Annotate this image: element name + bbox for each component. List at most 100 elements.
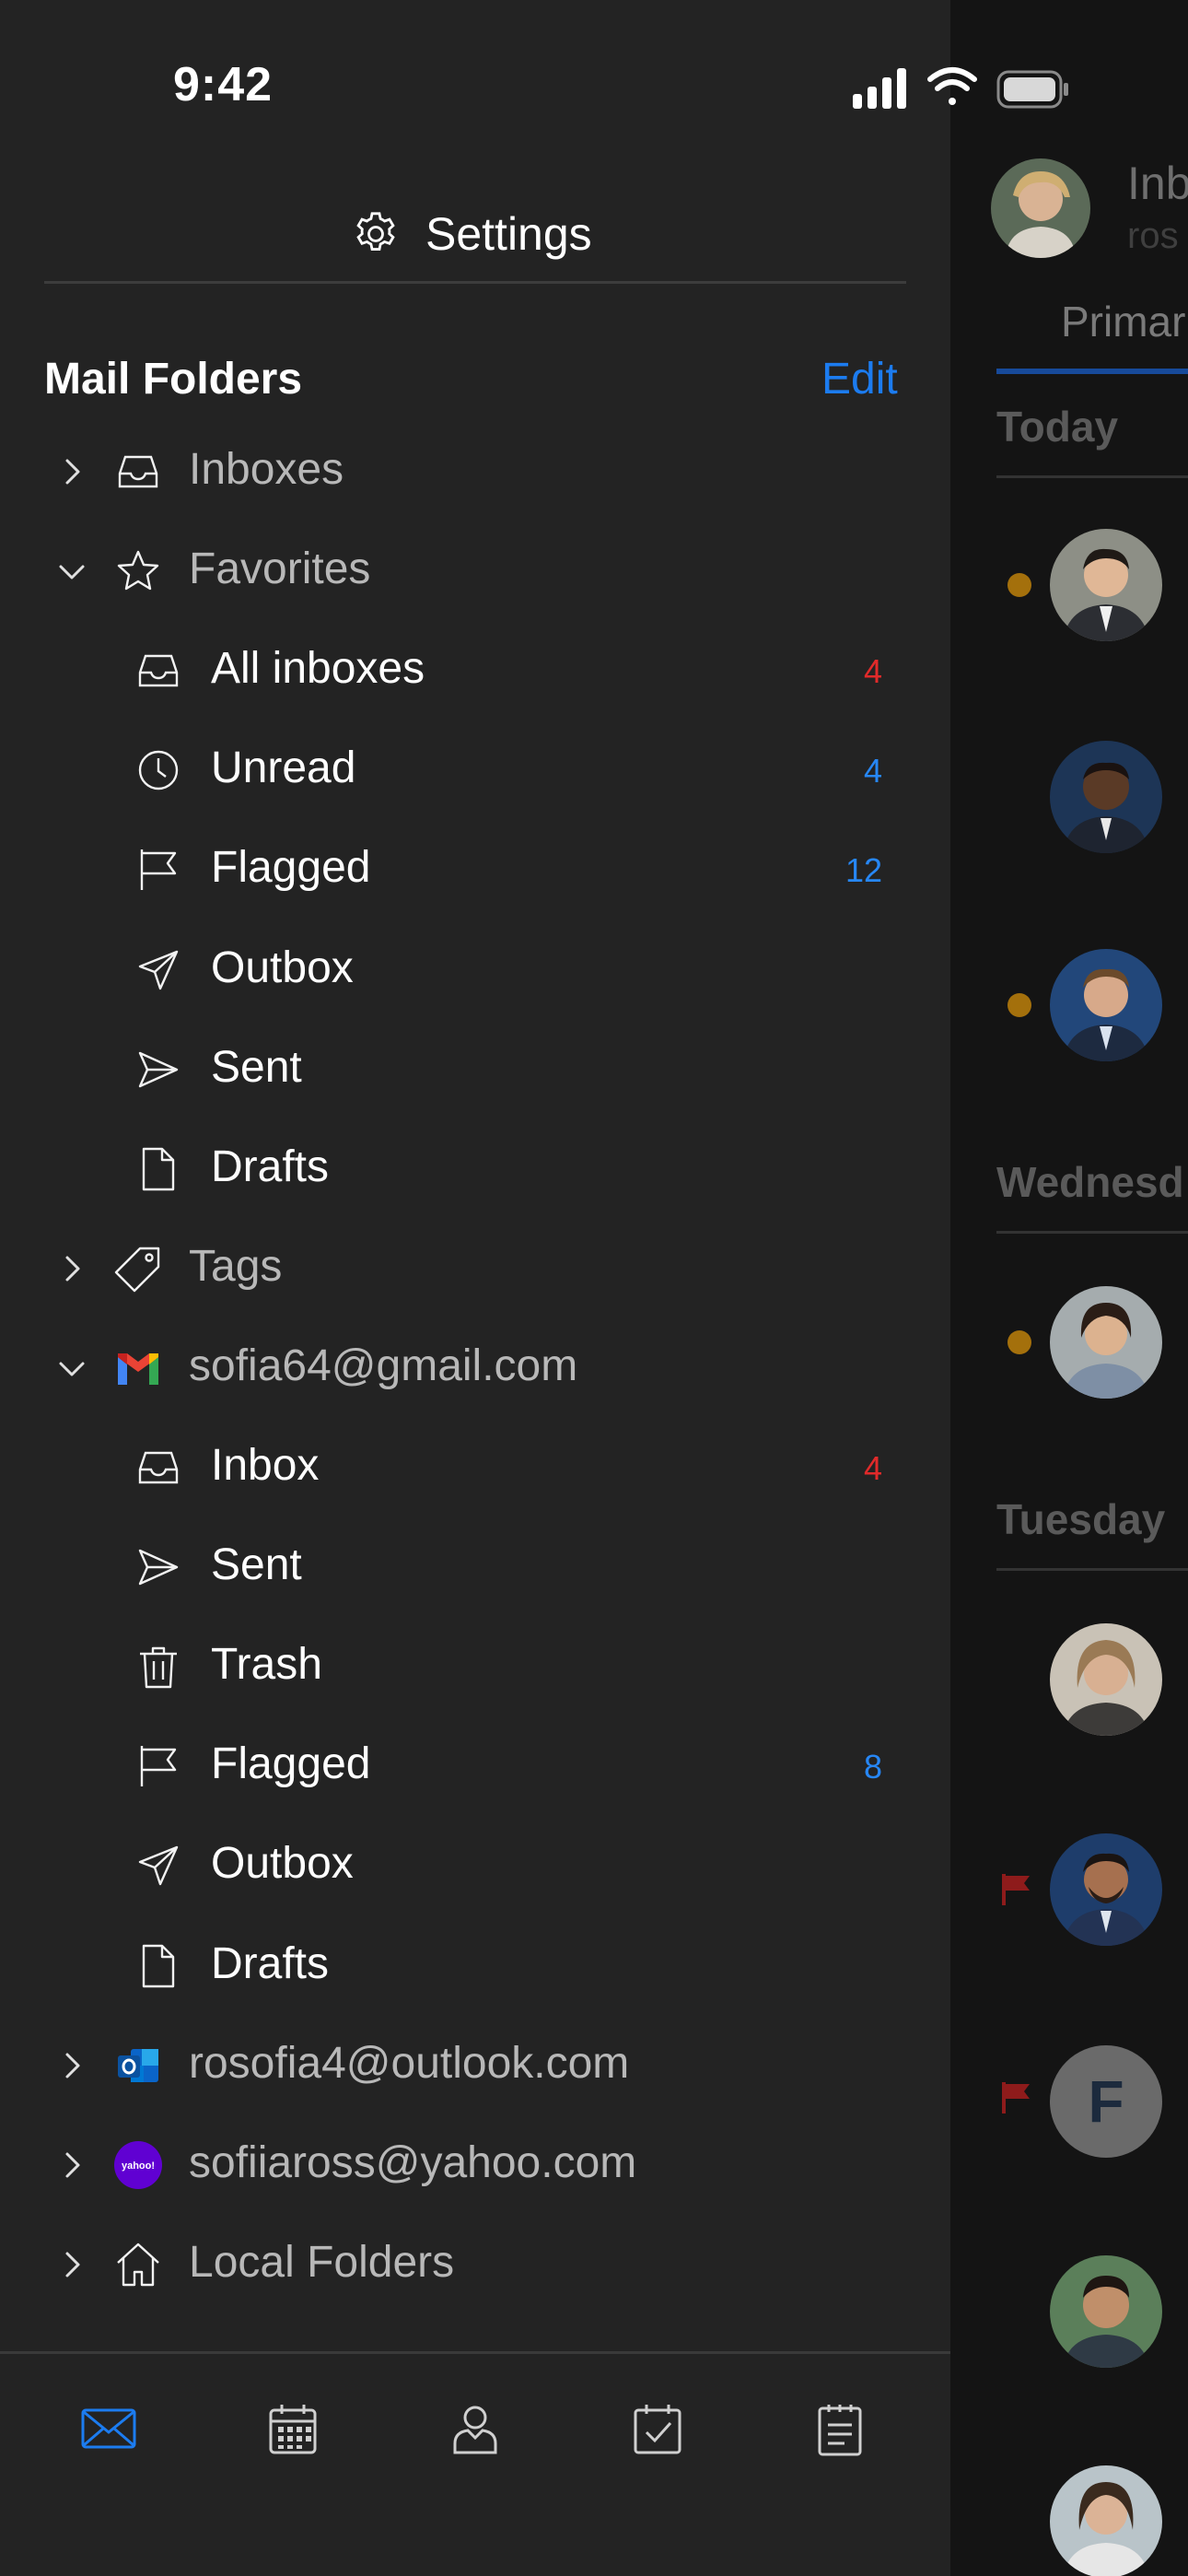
mail-icon[interactable]	[81, 2401, 136, 2456]
wifi-icon	[927, 67, 977, 105]
gear-icon	[356, 212, 395, 251]
contacts-icon[interactable]	[448, 2401, 503, 2456]
inbox-subtitle: ros	[1127, 216, 1179, 256]
status-icons	[853, 67, 1068, 109]
folder-row-local-folders[interactable]: Local Folders	[0, 2215, 950, 2314]
folder-label: Flagged	[211, 1739, 371, 1788]
status-time: 9:42	[173, 58, 274, 111]
sender-avatar[interactable]	[1050, 741, 1162, 853]
tab-primary[interactable]: Primar	[1061, 297, 1185, 346]
outbox-icon	[134, 946, 182, 994]
tab-bar-divider	[0, 2351, 950, 2354]
sender-avatar[interactable]	[1050, 1623, 1162, 1736]
draft-icon	[134, 1145, 182, 1193]
unread-count-badge: 12	[844, 851, 882, 889]
chevron-right-icon[interactable]	[53, 1250, 90, 1287]
trash-icon	[134, 1643, 182, 1691]
folder-row-outbox[interactable]: Outbox	[0, 920, 950, 1020]
folder-label: Inboxes	[189, 445, 344, 494]
signal-icon	[853, 68, 906, 109]
flag-icon	[134, 846, 182, 894]
tab-primary-indicator	[996, 369, 1188, 374]
chevron-right-icon[interactable]	[53, 2246, 90, 2283]
folder-row-unread[interactable]: Unread 4	[0, 720, 950, 820]
unread-count-badge: 4	[863, 1449, 882, 1487]
folder-row-gmail-trash[interactable]: Trash	[0, 1617, 950, 1716]
folder-label: Drafts	[211, 1939, 330, 1988]
settings-button[interactable]: Settings	[350, 205, 592, 263]
folder-row-gmail-outbox[interactable]: Outbox	[0, 1816, 950, 1915]
section-divider	[996, 1568, 1188, 1571]
inbox-icon	[134, 647, 182, 695]
folders-drawer: 9:42 Settings Mail Folders Edit Inboxes F…	[0, 0, 1068, 2576]
folder-row-tags[interactable]: Tags	[0, 1219, 950, 1318]
folder-row-outlook-account[interactable]: rosofia4@outlook.com	[0, 2016, 950, 2115]
mail-list-background: Inb ros Primar Today Wednesd Tuesday F	[950, 0, 1188, 2576]
star-icon	[114, 547, 162, 595]
inbox-icon	[114, 448, 162, 496]
flag-icon	[1002, 1874, 1030, 1905]
chevron-down-icon[interactable]	[53, 1350, 90, 1387]
svg-text:yahoo!: yahoo!	[122, 2160, 155, 2172]
flag-icon	[1002, 2082, 1030, 2113]
tasks-icon[interactable]	[630, 2401, 685, 2456]
sent-icon	[134, 1543, 182, 1591]
chevron-right-icon[interactable]	[53, 2147, 90, 2184]
outbox-icon	[134, 1842, 182, 1890]
chevron-down-icon[interactable]	[53, 553, 90, 590]
sender-avatar[interactable]	[1050, 1833, 1162, 1946]
edit-button[interactable]: Edit	[821, 354, 898, 404]
notes-icon[interactable]	[812, 2401, 868, 2456]
folder-label: Sent	[211, 1043, 302, 1092]
unread-count-badge: 4	[863, 752, 882, 790]
folder-row-drafts[interactable]: Drafts	[0, 1119, 950, 1219]
folder-label: Favorites	[189, 544, 371, 593]
unread-dot	[1007, 993, 1031, 1017]
folder-row-inboxes[interactable]: Inboxes	[0, 422, 950, 521]
outlook-icon	[114, 2042, 162, 2090]
folder-row-gmail-inbox[interactable]: Inbox 4	[0, 1418, 950, 1517]
folder-label: Flagged	[211, 843, 371, 892]
folder-row-all-inboxes[interactable]: All inboxes 4	[0, 621, 950, 720]
section-divider	[996, 1231, 1188, 1234]
folder-row-gmail-drafts[interactable]: Drafts	[0, 1916, 950, 2016]
folder-row-sent[interactable]: Sent	[0, 1020, 950, 1119]
clock-icon	[134, 746, 182, 794]
folder-row-gmail-account[interactable]: sofia64@gmail.com	[0, 1318, 950, 1418]
inbox-icon	[134, 1444, 182, 1492]
account-avatar[interactable]	[991, 158, 1090, 258]
folder-label: rosofia4@outlook.com	[189, 2039, 630, 2088]
section-divider	[996, 475, 1188, 478]
folder-label: Outbox	[211, 943, 354, 992]
folder-row-yahoo-account[interactable]: yahoo! sofiiaross@yahoo.com	[0, 2115, 950, 2215]
mail-folders-title: Mail Folders	[44, 355, 303, 404]
folder-label: Unread	[211, 744, 356, 792]
draft-icon	[134, 1942, 182, 1990]
folder-row-flagged[interactable]: Flagged 12	[0, 820, 950, 919]
section-tuesday: Tuesday	[996, 1495, 1166, 1543]
battery-icon	[996, 70, 1068, 109]
folder-label: Trash	[211, 1640, 322, 1689]
folder-label: Drafts	[211, 1142, 330, 1191]
inbox-title: Inb	[1127, 158, 1188, 209]
calendar-icon[interactable]	[265, 2401, 320, 2456]
sender-avatar[interactable]	[1050, 2465, 1162, 2576]
sender-avatar[interactable]	[1050, 2255, 1162, 2368]
tag-icon	[114, 1245, 162, 1293]
folder-label: sofia64@gmail.com	[189, 1341, 578, 1390]
sent-icon	[134, 1046, 182, 1094]
folder-row-favorites[interactable]: Favorites	[0, 521, 950, 621]
folder-row-gmail-sent[interactable]: Sent	[0, 1517, 950, 1617]
folder-label: Sent	[211, 1540, 302, 1589]
sender-avatar-letter[interactable]: F	[1050, 2045, 1162, 2158]
flag-icon	[134, 1742, 182, 1790]
folder-row-gmail-flagged[interactable]: Flagged 8	[0, 1716, 950, 1816]
sender-avatar[interactable]	[1050, 1286, 1162, 1399]
chevron-right-icon[interactable]	[53, 453, 90, 490]
chevron-right-icon[interactable]	[53, 2047, 90, 2084]
folder-label: Inbox	[211, 1441, 320, 1490]
sender-avatar[interactable]	[1050, 949, 1162, 1061]
sender-avatar[interactable]	[1050, 529, 1162, 641]
section-wednesday: Wednesd	[996, 1158, 1184, 1206]
gmail-icon	[114, 1344, 162, 1392]
